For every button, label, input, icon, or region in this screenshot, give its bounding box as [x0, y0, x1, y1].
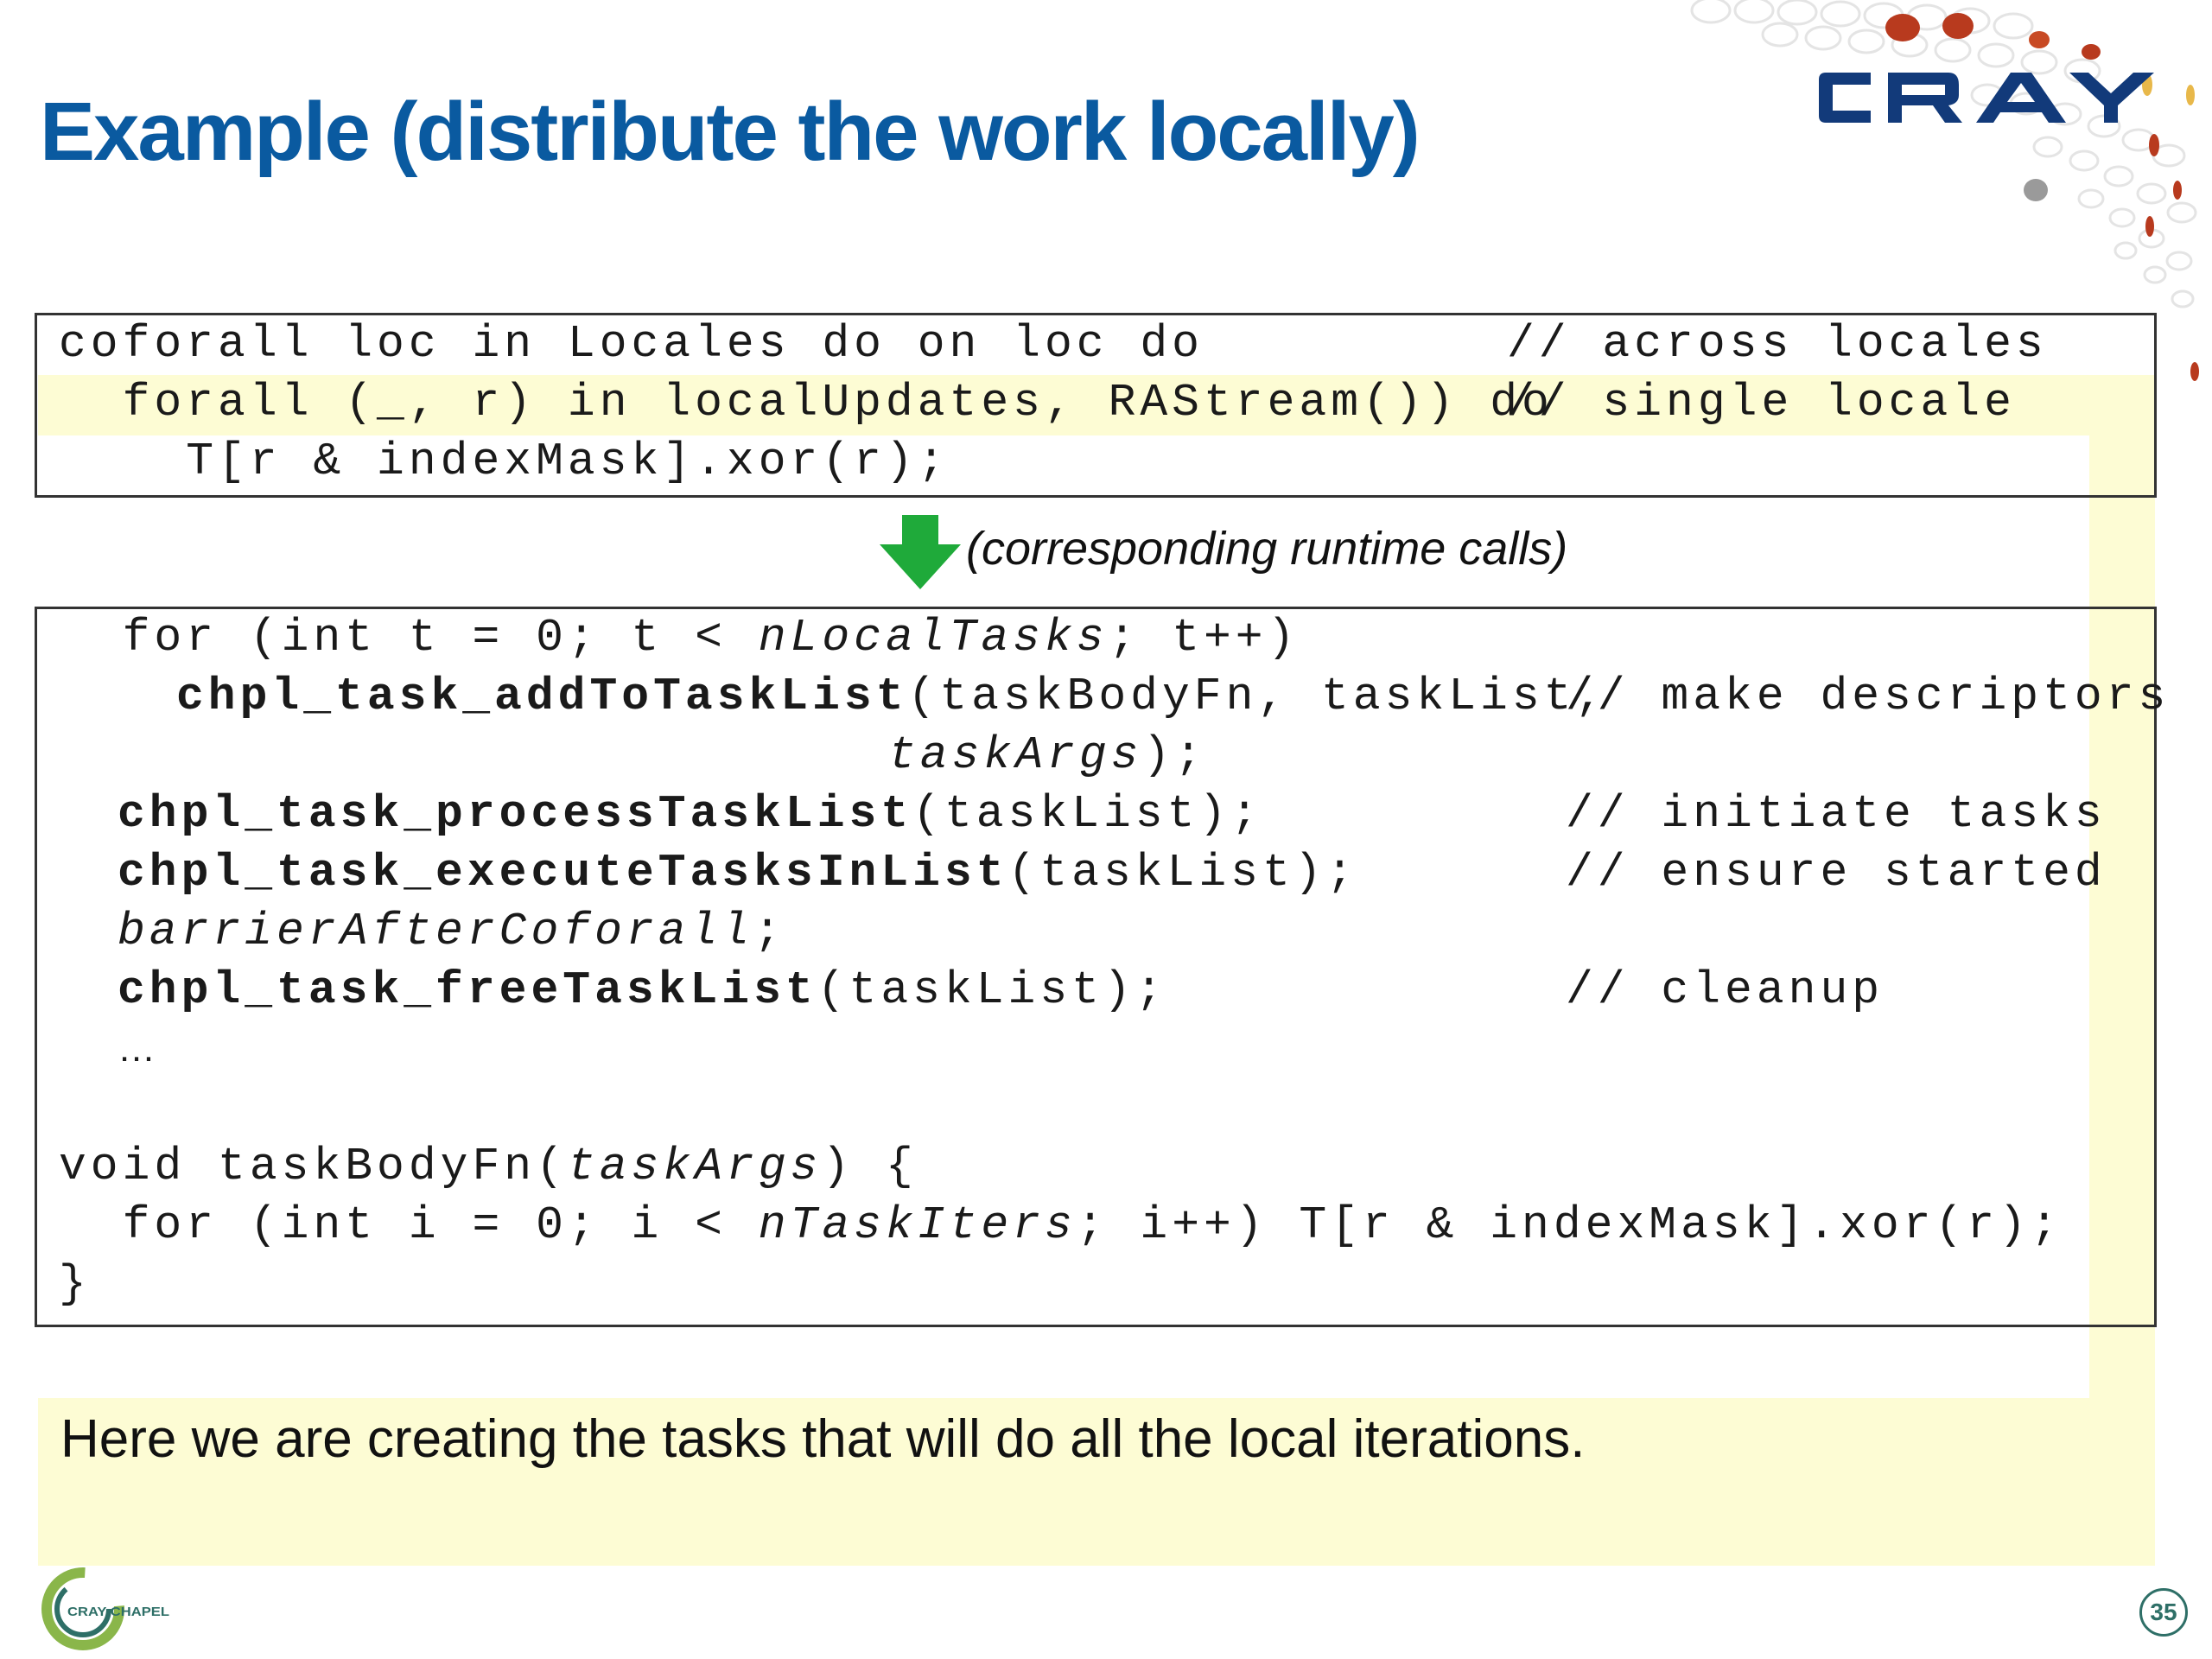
code-text: ); [1142, 729, 1207, 781]
comment-initiate-tasks: // initiate tasks [1566, 788, 2107, 840]
code-italic: nLocalTasks [758, 612, 1109, 664]
code-function: chpl_task_freeTaskList [118, 964, 817, 1016]
code-line-for-iters: for (int i = 0; i < nTaskIters; i++) T[r… [59, 1196, 2063, 1255]
down-arrow-icon [880, 515, 961, 589]
code-line-forall: forall (_, r) in localUpdates, RAStream(… [59, 373, 1554, 432]
code-text: (taskList); [817, 964, 1167, 1016]
chapel-logo-text: CRAY CHAPEL [67, 1605, 169, 1619]
code-function: chpl_task_executeTasksInList [118, 847, 1008, 899]
page-number: 35 [2139, 1588, 2188, 1637]
code-function: chpl_task_processTaskList [118, 788, 913, 840]
code-line-closing-brace: } [59, 1258, 91, 1310]
slide-title: Example (distribute the work locally) [40, 86, 1421, 178]
chapel-logo: CRAY CHAPEL [41, 1567, 169, 1650]
code-italic: taskArgs [888, 729, 1143, 781]
code-line-task-args: taskArgs); [888, 726, 1206, 785]
code-text: ; i++) T[r & indexMask].xor(r); [1076, 1199, 2063, 1251]
code-line-barrier: barrierAfterCoforall; [118, 902, 785, 961]
arrow-label: (corresponding runtime calls) [966, 523, 1568, 575]
code-line-coforall: coforall loc in Locales do on loc do [59, 315, 1204, 373]
cray-logo [1819, 73, 2154, 123]
code-text: void taskBodyFn( [59, 1141, 568, 1192]
code-text: ) { [822, 1141, 918, 1192]
code-line-for-tasks: for (int t = 0; t < nLocalTasks; t++) [59, 608, 1299, 667]
code-line-ellipsis: … [118, 1027, 156, 1070]
code-line-add-to-tasklist: chpl_task_addToTaskList(taskBodyFn, task… [176, 667, 1607, 726]
comment-cleanup: // cleanup [1566, 964, 1885, 1016]
caption-text: Here we are creating the tasks that will… [60, 1409, 1586, 1469]
code-line-free-tasklist: chpl_task_freeTaskList(taskList); [118, 961, 1167, 1020]
code-line-void-taskbodyfn: void taskBodyFn(taskArgs) { [59, 1137, 918, 1196]
code-text: coforall loc in Locales do on loc do [59, 318, 1204, 370]
code-text: for (int t = 0; t < [59, 612, 759, 664]
code-line-xor: T[r & indexMask].xor(r); [59, 435, 950, 487]
code-text: ; t++) [1108, 612, 1300, 664]
comment-across-locales: // across locales [1507, 318, 2048, 370]
code-text: ; [753, 906, 785, 957]
code-italic: taskArgs [567, 1141, 823, 1192]
comment-make-descriptors: // make descriptors [1566, 671, 2171, 722]
code-text: (taskBodyFn, taskList, [907, 671, 1608, 722]
code-line-execute-tasks: chpl_task_executeTasksInList(taskList); [118, 843, 1357, 902]
code-italic: barrierAfterCoforall [118, 906, 754, 957]
comment-single-locale: // single locale [1507, 377, 2016, 429]
code-italic: nTaskIters [758, 1199, 1077, 1251]
code-text: for (int i = 0; i < [59, 1199, 759, 1251]
code-text: (taskList); [912, 788, 1262, 840]
code-text: (taskList); [1007, 847, 1358, 899]
comment-ensure-started: // ensure started [1566, 847, 2107, 899]
code-function: chpl_task_addToTaskList [176, 671, 908, 722]
code-line-process-tasklist: chpl_task_processTaskList(taskList); [118, 785, 1262, 843]
code-text: forall (_, r) in localUpdates, RAStream(… [59, 377, 1554, 429]
